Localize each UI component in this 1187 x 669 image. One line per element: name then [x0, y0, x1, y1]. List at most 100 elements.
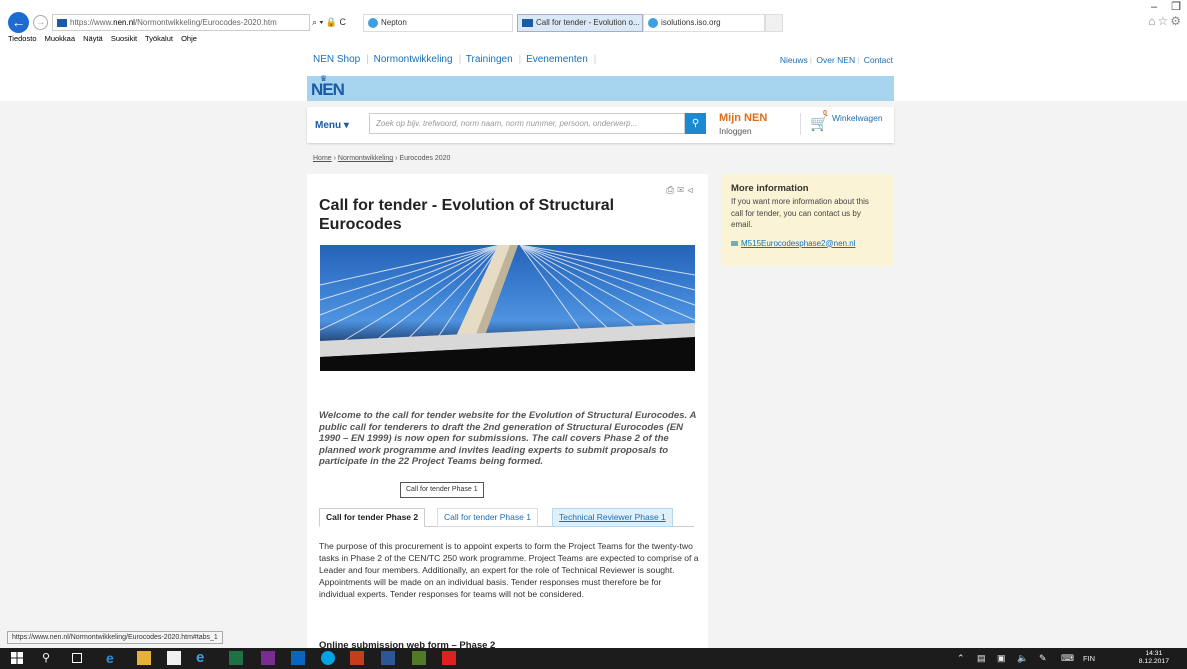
nav-over-nen[interactable]: Over NEN [816, 55, 855, 65]
edge-icon[interactable]: e [106, 651, 120, 665]
contact-email-link[interactable]: M515Eurocodesphase2@nen.nl [731, 239, 883, 248]
search-strip: Menu ▾ Zoek op bijv. trefwoord, norm naa… [307, 107, 894, 143]
nen-favicon-icon [57, 18, 67, 27]
display-icon[interactable]: ▣ [997, 653, 1006, 664]
search-input[interactable]: Zoek op bijv. trefwoord, norm naam, norm… [369, 113, 685, 134]
ie-favicon-icon [368, 17, 378, 28]
windows-start-icon[interactable] [10, 651, 24, 665]
nav-contact[interactable]: Contact [864, 55, 893, 65]
chevron-up-icon[interactable]: ⌃ [957, 653, 965, 664]
breadcrumb-normontwikkeling[interactable]: Normontwikkeling [338, 155, 393, 162]
browser-tab-nepton[interactable]: Nepton [363, 14, 513, 32]
word-icon[interactable] [381, 651, 395, 665]
info-text: If you want more information about this … [731, 197, 869, 229]
store-icon[interactable] [167, 651, 181, 665]
address-bar[interactable]: https://www.nen.nl/Normontwikkeling/Euro… [52, 14, 310, 31]
cart-count-badge: 0 [823, 110, 827, 117]
menu-tiedosto[interactable]: Tiedosto [8, 34, 37, 43]
tab-content-text: The purpose of this procurement is to ap… [319, 541, 699, 599]
breadcrumb-home[interactable]: Home [313, 155, 332, 162]
restore-icon[interactable]: ❐ [1165, 0, 1187, 13]
bridge-image [320, 245, 695, 371]
browser-chrome: ← → https://www.nen.nl/Normontwikkeling/… [0, 0, 1187, 44]
bridge-cables-illustration [320, 245, 695, 371]
print-icon[interactable]: ⎙ [666, 185, 677, 196]
tab-technical-reviewer-phase-1[interactable]: Technical Reviewer Phase 1 [552, 508, 673, 527]
phase-tabs: Call for tender Phase 2 Call for tender … [319, 508, 694, 527]
file-explorer-icon[interactable] [137, 651, 151, 665]
browser-menubar: Tiedosto Muokkaa Näytä Suosikit Työkalut… [0, 34, 203, 45]
menu-tyokalut[interactable]: Työkalut [145, 34, 173, 43]
language-indicator[interactable]: FIN [1083, 654, 1095, 663]
tab-call-for-tender-phase-2[interactable]: Call for tender Phase 2 [319, 508, 426, 527]
inloggen-link[interactable]: Inloggen [719, 126, 752, 136]
site-topnav: NEN Shop | Normontwikkeling | Trainingen | … [313, 54, 893, 65]
network-icon[interactable]: ▤ [977, 653, 986, 664]
menu-nayta[interactable]: Näytä [83, 34, 103, 43]
page-title: Call for tender - Evolution of Structura… [319, 197, 615, 233]
keyboard-icon[interactable]: ⌨ [1061, 653, 1074, 664]
breadcrumb-current: Eurocodes 2020 [399, 155, 451, 162]
outlook-icon[interactable] [291, 651, 305, 665]
new-tab-button[interactable] [765, 14, 783, 32]
nen-favicon-icon [522, 18, 533, 27]
skype-icon[interactable] [321, 651, 335, 665]
task-view-icon[interactable] [72, 653, 82, 663]
submission-heading: Online submission web form – Phase 2 [319, 640, 496, 648]
share-icon[interactable]: ⊲ [687, 185, 696, 196]
settings-gear-icon[interactable]: ⚙ [1170, 14, 1183, 28]
windows-taskbar: ⚲ e e ⌃ ▤ ▣ 🔈 ✎ ⌨ FIN 14:31 8.12.2017 [0, 648, 1187, 669]
address-tools[interactable]: ⌕ ▾ 🔒 C [312, 14, 346, 31]
minimize-icon[interactable]: – [1143, 1, 1165, 13]
clock-time: 14:31 [1145, 650, 1163, 657]
menu-dropdown-button[interactable]: Menu ▾ [315, 120, 349, 131]
mijn-nen-link[interactable]: Mijn NEN [719, 112, 767, 124]
browser-nav-row: ← → https://www.nen.nl/Normontwikkeling/… [0, 0, 1187, 34]
search-icon[interactable]: ⚲ [42, 651, 56, 665]
more-information-box: More information If you want more inform… [721, 174, 893, 266]
browser-tab-call-for-tender[interactable]: Call for tender - Evolution o... × [517, 14, 643, 32]
nav-evenementen[interactable]: Evenementen [526, 54, 588, 65]
system-clock[interactable]: 14:31 8.12.2017 [1139, 650, 1169, 666]
forward-arrow-icon[interactable]: → [33, 15, 48, 30]
winkelwagen-link[interactable]: Winkelwagen [832, 113, 883, 123]
search-icon[interactable]: ⚲ [685, 113, 706, 134]
excel-icon[interactable] [229, 651, 243, 665]
intro-text: Welcome to the call for tender website f… [319, 410, 697, 467]
pen-icon[interactable]: ✎ [1039, 653, 1047, 664]
info-title: More information [731, 183, 809, 194]
envelope-icon [731, 240, 738, 246]
menu-ohje[interactable]: Ohje [181, 34, 197, 43]
browser-tab-isolutions[interactable]: isolutions.iso.org [643, 14, 765, 32]
url-prefix: https://www. [70, 18, 114, 27]
nav-nen-shop[interactable]: NEN Shop [313, 54, 360, 65]
nav-normontwikkeling[interactable]: Normontwikkeling [374, 54, 453, 65]
system-tray: ⌃ ▤ ▣ 🔈 ✎ ⌨ FIN [949, 648, 1169, 669]
share-tools: ⎙✉⊲ [666, 185, 696, 196]
ie-favicon-icon [648, 17, 658, 28]
breadcrumb: Home › Normontwikkeling › Eurocodes 2020 [313, 155, 451, 162]
email-icon[interactable]: ✉ [677, 185, 687, 196]
status-url-bar: https://www.nen.nl/Normontwikkeling/Euro… [7, 631, 223, 644]
project-icon[interactable] [412, 651, 426, 665]
onenote-icon[interactable] [261, 651, 275, 665]
url-host: nen.nl [113, 18, 135, 27]
nav-nieuws[interactable]: Nieuws [780, 55, 808, 65]
powerpoint-icon[interactable] [350, 651, 364, 665]
menu-muokkaa[interactable]: Muokkaa [45, 34, 75, 43]
menu-suosikit[interactable]: Suosikit [111, 34, 137, 43]
tab-call-for-tender-phase-1[interactable]: Call for tender Phase 1 [437, 508, 538, 527]
back-arrow-icon[interactable]: ← [8, 12, 29, 33]
acrobat-icon[interactable] [442, 651, 456, 665]
url-path: /Normontwikkeling/Eurocodes-2020.htm [134, 18, 277, 27]
nen-logo[interactable]: NEN [311, 80, 345, 100]
article-card: ⎙✉⊲ Call for tender - Evolution of Struc… [307, 174, 708, 648]
tab-tooltip: Call for tender Phase 1 [400, 482, 484, 498]
nav-trainingen[interactable]: Trainingen [466, 54, 513, 65]
volume-icon[interactable]: 🔈 [1017, 653, 1028, 664]
internet-explorer-icon[interactable]: e [196, 650, 210, 665]
web-page: NEN Shop | Normontwikkeling | Trainingen | … [0, 45, 1187, 648]
favorites-star-icon[interactable]: ☆ [1157, 14, 1170, 28]
window-controls: – ❐ [1143, 0, 1187, 13]
clock-date: 8.12.2017 [1138, 658, 1169, 665]
